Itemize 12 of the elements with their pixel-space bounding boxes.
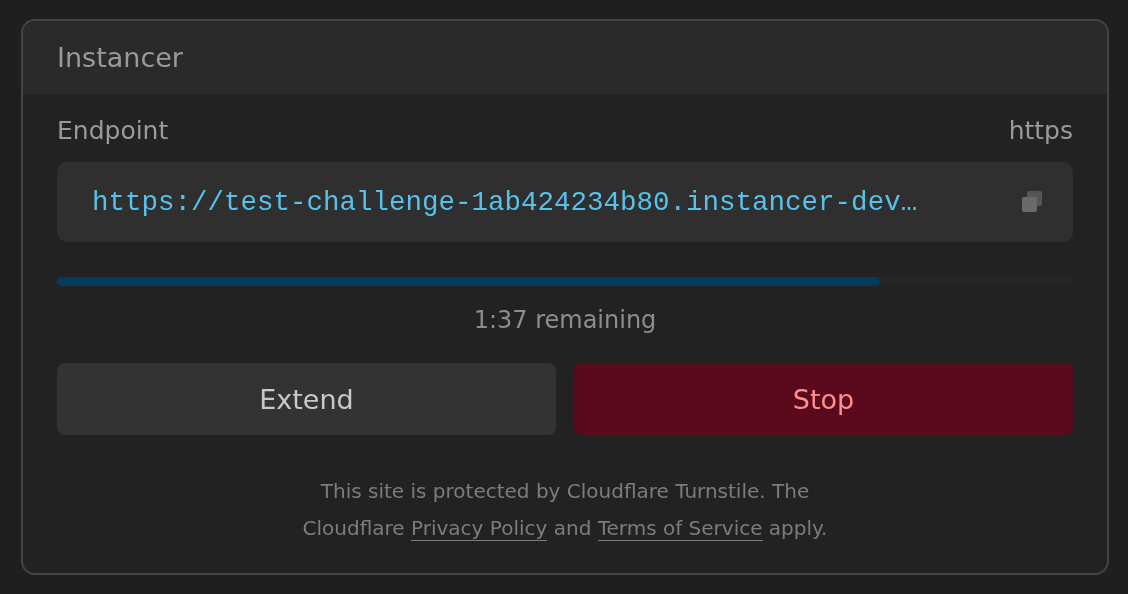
time-remaining: 1:37 remaining: [472, 306, 658, 336]
endpoint-field[interactable]: https://test-challenge-1ab424234b80.instancer-dev…: [57, 162, 1073, 242]
stop-button[interactable]: Stop: [574, 363, 1073, 435]
policy-link[interactable]: Privacy Policy: [411, 516, 548, 541]
policy-link[interactable]: Terms of Service: [597, 516, 763, 541]
panel-title: Instancer: [57, 42, 183, 73]
endpoint-url: https://test-challenge-1ab424234b80.instancer-dev…: [92, 186, 918, 218]
copy-icon[interactable]: [1019, 189, 1045, 215]
turnstile-notice: This site is protected by Cloudflare Turnstile. The Cloudflare Privacy Policy and Terms of Service apply.: [301, 478, 829, 543]
extend-button[interactable]: Extend: [57, 363, 556, 435]
protocol-label: https: [1008, 116, 1073, 147]
endpoint-label: Endpoint: [57, 116, 169, 147]
